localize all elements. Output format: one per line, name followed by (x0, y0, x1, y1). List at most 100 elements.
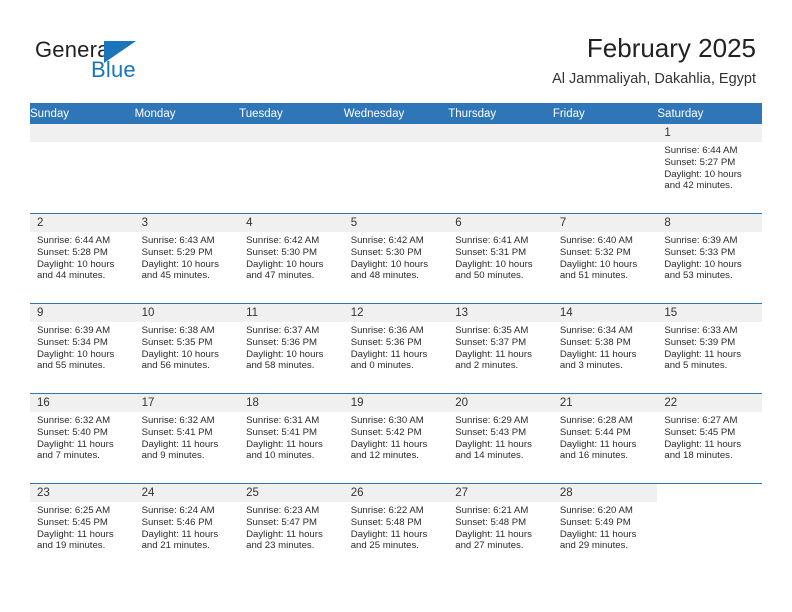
day-cell-8[interactable]: 8 Sunrise: 6:39 AM Sunset: 5:33 PM Daylight… (657, 213, 762, 304)
sunrise-text: Sunrise: 6:43 AM (141, 235, 215, 246)
day-sun-details: Sunrise: 6:20 AM Sunset: 5:49 PM Daylight:… (553, 502, 658, 552)
day-cell-2[interactable]: 2 Sunrise: 6:44 AM Sunset: 5:28 PM Daylight… (30, 213, 135, 304)
day-cell-14[interactable]: 14 Sunrise: 6:34 AM Sunset: 5:38 PM Dayligh… (552, 303, 658, 394)
day-cell-17[interactable]: 17 Sunrise: 6:32 AM Sunset: 5:41 PM Dayligh… (134, 393, 240, 484)
sunrise-text: Sunrise: 6:44 AM (37, 235, 111, 246)
day-cell-5[interactable]: 5 Sunrise: 6:42 AM Sunset: 5:30 PM Daylight… (343, 213, 449, 304)
day-cell-27[interactable]: 27 Sunrise: 6:21 AM Sunset: 5:48 PM Dayligh… (448, 483, 553, 573)
calendar-week-row: 23 Sunrise: 6:25 AM Sunset: 5:45 PM Dayligh… (30, 483, 762, 573)
daylight-text-line1: Daylight: 10 hours (559, 258, 638, 270)
day-cell-empty (239, 124, 344, 214)
daylight-text-line2: and 48 minutes. (350, 270, 419, 282)
sunrise-text: Sunrise: 6:42 AM (350, 235, 424, 246)
day-cell-23[interactable]: 23 Sunrise: 6:25 AM Sunset: 5:45 PM Dayligh… (30, 483, 135, 573)
day-cell-empty (657, 483, 762, 573)
day-sun-details: Sunrise: 6:32 AM Sunset: 5:41 PM Daylight:… (135, 412, 240, 462)
sunrise-text: Sunrise: 6:40 AM (559, 235, 633, 246)
daylight-text-line2: and 51 minutes. (559, 270, 629, 282)
daylight-text-line2: and 5 minutes. (664, 360, 728, 372)
daylight-text-line2: and 29 minutes. (559, 540, 629, 552)
day-cell-15[interactable]: 15 Sunrise: 6:33 AM Sunset: 5:39 PM Dayligh… (657, 303, 762, 394)
daylight-text-line1: Daylight: 10 hours (455, 258, 533, 270)
day-sun-details: Sunrise: 6:44 AM Sunset: 5:28 PM Daylight:… (30, 232, 135, 282)
day-cell-22[interactable]: 22 Sunrise: 6:27 AM Sunset: 5:45 PM Dayligh… (657, 393, 762, 484)
day-cell-20[interactable]: 20 Sunrise: 6:29 AM Sunset: 5:43 PM Dayligh… (448, 393, 553, 484)
weekday-header-sunday: Sunday (30, 103, 135, 124)
weekday-header-row: Sunday Monday Tuesday Wednesday Thursday Frid… (30, 103, 762, 124)
daylight-text-line1: Daylight: 10 hours (664, 168, 742, 180)
day-sun-details: Sunrise: 6:44 AM Sunset: 5:27 PM Daylight:… (657, 142, 762, 192)
day-number: 2 (30, 214, 135, 232)
daylight-text-line2: and 10 minutes. (246, 450, 315, 462)
sunrise-text: Sunrise: 6:38 AM (141, 325, 215, 336)
sunrise-text: Sunrise: 6:44 AM (664, 145, 738, 156)
day-cell-12[interactable]: 12 Sunrise: 6:36 AM Sunset: 5:36 PM Dayligh… (343, 303, 449, 394)
day-cell-19[interactable]: 19 Sunrise: 6:30 AM Sunset: 5:42 PM Dayligh… (343, 393, 449, 484)
sunset-text: Sunset: 5:28 PM (37, 246, 108, 258)
daylight-text-line2: and 14 minutes. (455, 450, 524, 462)
day-sun-details: Sunrise: 6:39 AM Sunset: 5:34 PM Daylight:… (30, 322, 135, 372)
daylight-text-line1: Daylight: 11 hours (141, 528, 219, 540)
daylight-text-line2: and 0 minutes. (350, 360, 414, 372)
daylight-text-line1: Daylight: 10 hours (350, 258, 429, 270)
day-number (448, 124, 553, 142)
day-cell-6[interactable]: 6 Sunrise: 6:41 AM Sunset: 5:31 PM Daylight… (448, 213, 553, 304)
daylight-text-line2: and 21 minutes. (141, 540, 210, 552)
day-sun-details: Sunrise: 6:30 AM Sunset: 5:42 PM Daylight:… (344, 412, 449, 462)
sunset-text: Sunset: 5:32 PM (559, 246, 631, 258)
day-cell-9[interactable]: 9 Sunrise: 6:39 AM Sunset: 5:34 PM Daylight… (30, 303, 135, 394)
day-cell-16[interactable]: 16 Sunrise: 6:32 AM Sunset: 5:40 PM Dayligh… (30, 393, 135, 484)
daylight-text-line1: Daylight: 10 hours (37, 348, 115, 360)
day-number (343, 124, 449, 142)
weekday-header-thursday: Thursday (448, 103, 553, 124)
sunset-text: Sunset: 5:38 PM (559, 336, 631, 348)
day-cell-empty (448, 124, 553, 214)
day-cell-28[interactable]: 28 Sunrise: 6:20 AM Sunset: 5:49 PM Dayligh… (552, 483, 658, 573)
day-cell-13[interactable]: 13 Sunrise: 6:35 AM Sunset: 5:37 PM Dayligh… (448, 303, 553, 394)
day-number: 28 (552, 484, 658, 502)
day-cell-4[interactable]: 4 Sunrise: 6:42 AM Sunset: 5:30 PM Daylight… (239, 213, 344, 304)
sunrise-text: Sunrise: 6:39 AM (664, 235, 738, 246)
day-sun-details: Sunrise: 6:27 AM Sunset: 5:45 PM Daylight:… (657, 412, 762, 462)
sunset-text: Sunset: 5:31 PM (455, 246, 527, 258)
brand-logo[interactable]: General Blue (35, 38, 215, 86)
day-cell-11[interactable]: 11 Sunrise: 6:37 AM Sunset: 5:36 PM Dayligh… (239, 303, 344, 394)
sunset-text: Sunset: 5:36 PM (350, 336, 422, 348)
day-sun-details: Sunrise: 6:31 AM Sunset: 5:41 PM Daylight:… (239, 412, 344, 462)
sunset-text: Sunset: 5:36 PM (246, 336, 318, 348)
sunset-text: Sunset: 5:42 PM (350, 426, 422, 438)
sunrise-text: Sunrise: 6:21 AM (455, 505, 529, 516)
sunrise-text: Sunrise: 6:41 AM (455, 235, 529, 246)
daylight-text-line2: and 47 minutes. (246, 270, 315, 282)
sunrise-text: Sunrise: 6:33 AM (664, 325, 738, 336)
day-number: 25 (239, 484, 344, 502)
page-header: General Blue February 2025 Al Jammaliyah… (0, 0, 792, 103)
day-cell-24[interactable]: 24 Sunrise: 6:24 AM Sunset: 5:46 PM Dayligh… (134, 483, 240, 573)
day-cell-1[interactable]: 1 Sunrise: 6:44 AM Sunset: 5:27 PM Daylight… (657, 124, 762, 214)
day-sun-details: Sunrise: 6:42 AM Sunset: 5:30 PM Daylight:… (239, 232, 344, 282)
day-cell-26[interactable]: 26 Sunrise: 6:22 AM Sunset: 5:48 PM Dayligh… (343, 483, 449, 573)
day-sun-details: Sunrise: 6:25 AM Sunset: 5:45 PM Daylight:… (30, 502, 135, 552)
daylight-text-line2: and 44 minutes. (37, 270, 106, 282)
day-cell-empty (134, 124, 240, 214)
sunrise-text: Sunrise: 6:32 AM (141, 415, 215, 426)
day-sun-details: Sunrise: 6:42 AM Sunset: 5:30 PM Daylight:… (344, 232, 449, 282)
daylight-text-line1: Daylight: 10 hours (246, 348, 324, 360)
daylight-text-line2: and 2 minutes. (455, 360, 519, 372)
day-cell-10[interactable]: 10 Sunrise: 6:38 AM Sunset: 5:35 PM Dayligh… (134, 303, 240, 394)
daylight-text-line2: and 3 minutes. (559, 360, 623, 372)
day-cell-7[interactable]: 7 Sunrise: 6:40 AM Sunset: 5:32 PM Daylight… (552, 213, 658, 304)
daylight-text-line1: Daylight: 11 hours (664, 348, 741, 360)
sunrise-text: Sunrise: 6:37 AM (246, 325, 320, 336)
sunrise-text: Sunrise: 6:34 AM (559, 325, 633, 336)
day-cell-3[interactable]: 3 Sunrise: 6:43 AM Sunset: 5:29 PM Daylight… (134, 213, 240, 304)
day-number (239, 124, 344, 142)
daylight-text-line2: and 7 minutes. (37, 450, 100, 462)
day-sun-details: Sunrise: 6:38 AM Sunset: 5:35 PM Daylight:… (135, 322, 240, 372)
day-cell-25[interactable]: 25 Sunrise: 6:23 AM Sunset: 5:47 PM Dayligh… (239, 483, 344, 573)
day-cell-21[interactable]: 21 Sunrise: 6:28 AM Sunset: 5:44 PM Dayligh… (552, 393, 658, 484)
sunrise-text: Sunrise: 6:35 AM (455, 325, 529, 336)
sunset-text: Sunset: 5:30 PM (246, 246, 318, 258)
day-cell-18[interactable]: 18 Sunrise: 6:31 AM Sunset: 5:41 PM Dayligh… (239, 393, 344, 484)
sunset-text: Sunset: 5:40 PM (37, 426, 108, 438)
